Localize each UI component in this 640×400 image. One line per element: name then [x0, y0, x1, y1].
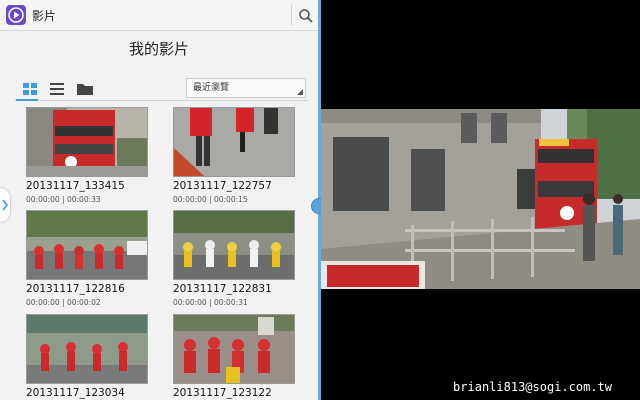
- video-duration: 00:00:00 | 00:00:31: [173, 298, 248, 307]
- video-frame[interactable]: [321, 109, 640, 289]
- app-title: 影片: [32, 9, 57, 23]
- list-view-icon[interactable]: [47, 80, 67, 98]
- search-icon[interactable]: [297, 7, 315, 25]
- video-title: 20131117_122831: [173, 283, 272, 295]
- video-duration: 00:00:00 | 00:00:15: [173, 195, 248, 204]
- video-title: 20131117_123034: [26, 387, 125, 399]
- video-thumbnail[interactable]: [26, 210, 148, 280]
- folder-view-icon[interactable]: [75, 80, 95, 98]
- sort-dropdown[interactable]: 最近瀏覽: [186, 78, 306, 98]
- video-title: 20131117_133415: [26, 180, 125, 192]
- dropdown-arrow-icon: [297, 89, 303, 95]
- toolbar-underline: [14, 100, 308, 101]
- video-title: 20131117_122816: [26, 283, 125, 295]
- video-thumbnail[interactable]: [173, 210, 295, 280]
- app-bar: 影片: [0, 0, 318, 31]
- active-view-indicator: [16, 99, 38, 101]
- chevron-right-icon: [2, 199, 9, 211]
- video-title: 20131117_122757: [173, 180, 272, 192]
- sort-selected-label: 最近瀏覽: [193, 83, 230, 93]
- video-thumbnail[interactable]: [173, 314, 295, 384]
- page-title: 我的影片: [128, 40, 189, 58]
- appbar-divider: [291, 5, 292, 25]
- play-icon[interactable]: [6, 5, 26, 25]
- video-duration: 00:00:00 | 00:00:33: [26, 195, 101, 204]
- video-title: 20131117_123122: [173, 387, 272, 399]
- video-player-panel[interactable]: brianli813@sogi.com.tw: [321, 0, 640, 400]
- video-thumbnail[interactable]: [26, 107, 148, 177]
- side-drawer-handle[interactable]: [0, 188, 10, 222]
- video-thumbnail[interactable]: [26, 314, 148, 384]
- video-duration: 00:00:00 | 00:00:02: [26, 298, 101, 307]
- video-grid: 20131117_133415 00:00:00 | 00:00:33 2013…: [0, 105, 318, 400]
- watermark: brianli813@sogi.com.tw: [453, 380, 612, 394]
- grid-view-icon[interactable]: [20, 80, 40, 98]
- video-thumbnail[interactable]: [173, 107, 295, 177]
- video-library-panel: 影片 我的影片 最近瀏覽 20131117_133415 00:00:00 | …: [0, 0, 318, 400]
